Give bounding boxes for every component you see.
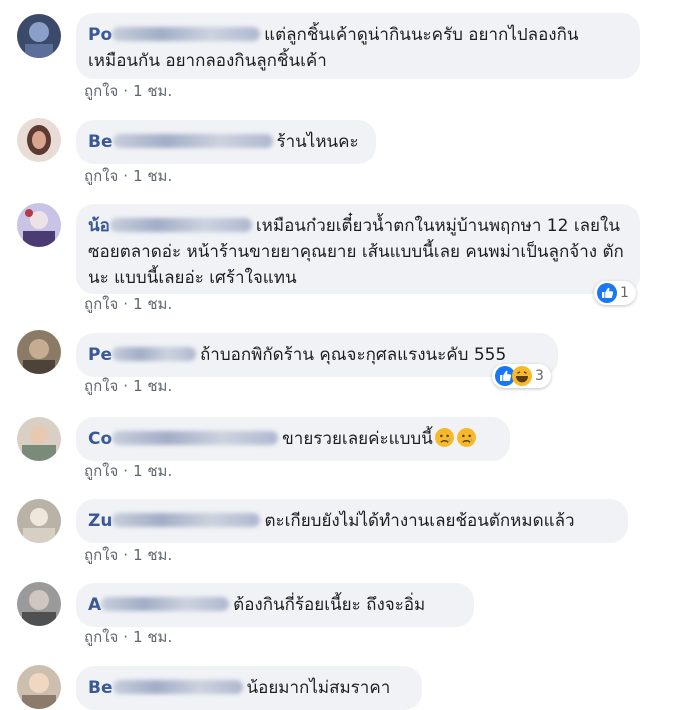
like-link[interactable]: ถูกใจ (84, 294, 118, 314)
reaction-summary[interactable]: 1 (594, 281, 636, 305)
comment-meta: ถูกใจ · 1 ชม. (84, 627, 172, 647)
blurred-name (112, 680, 243, 694)
like-link[interactable]: ถูกใจ (84, 627, 118, 647)
separator-dot: · (123, 377, 129, 395)
commenter-name-text[interactable]: Be (88, 678, 113, 698)
comment-meta: ถูกใจ · 1 ชม. (84, 461, 172, 481)
comment-text: น้อยมากไม่สมราคา (246, 678, 391, 698)
blurred-name (112, 347, 196, 361)
like-link[interactable]: ถูกใจ (84, 81, 118, 101)
commenter-name[interactable]: Po (88, 25, 264, 45)
avatar[interactable] (17, 665, 61, 709)
comment-bubble: Po แต่ลูกชิ้นเค้าดูน่ากินนะครับ อยากไปลอง… (76, 13, 640, 79)
avatar[interactable] (17, 499, 61, 543)
separator-dot: · (123, 295, 129, 313)
reaction-summary[interactable]: 3 (492, 364, 551, 388)
like-link[interactable]: ถูกใจ (84, 461, 118, 481)
separator-dot: · (123, 462, 129, 480)
blurred-name (112, 27, 261, 41)
timestamp[interactable]: 1 ชม. (133, 461, 172, 481)
commenter-name[interactable]: Co (88, 429, 282, 449)
comment-text: ร้านไหนคะ (276, 132, 359, 152)
reaction-count: 3 (535, 368, 544, 384)
comment-meta: ถูกใจ · 1 ชม. (84, 376, 172, 396)
comment-meta: ถูกใจ · 1 ชม. (84, 294, 172, 314)
comment-text: ขายรวยเลยค่ะแบบนี้ (282, 429, 433, 449)
timestamp[interactable]: 1 ชม. (133, 294, 172, 314)
avatar[interactable] (17, 417, 61, 461)
blurred-name (101, 597, 230, 611)
commenter-name[interactable]: Pe (88, 345, 200, 365)
comment-text: ต้องกินกี่ร้อยเนี้ยะ ถึงจะอิ่ม (233, 595, 426, 615)
like-link[interactable]: ถูกใจ (84, 545, 118, 565)
commenter-name-text[interactable]: Co (88, 429, 112, 449)
avatar[interactable] (17, 118, 61, 162)
reaction-count: 1 (620, 285, 629, 301)
separator-dot: · (123, 167, 129, 185)
commenter-name-text[interactable]: Pe (88, 345, 112, 365)
comment-meta: ถูกใจ · 1 ชม. (84, 166, 172, 186)
comment-bubble: A ต้องกินกี่ร้อยเนี้ยะ ถึงจะอิ่ม (76, 583, 474, 627)
separator-dot: · (123, 546, 129, 564)
timestamp[interactable]: 1 ชม. (133, 166, 172, 186)
sad-face-icon (456, 427, 477, 448)
comment-bubble: Be น้อยมากไม่สมราคา (76, 666, 422, 710)
timestamp[interactable]: 1 ชม. (133, 545, 172, 565)
comment-bubble: Pe ถ้าบอกพิกัดร้าน คุณจะกุศลแรงนะคับ 555 (76, 333, 558, 377)
blurred-name (109, 218, 252, 232)
timestamp[interactable]: 1 ชม. (133, 376, 172, 396)
comment-bubble: Be ร้านไหนคะ (76, 120, 376, 164)
commenter-name[interactable]: A (88, 595, 233, 615)
comment-bubble: Zu ตะเกียบยังไม่ได้ทำงานเลยช้อนตักหมดแล้ว (76, 499, 628, 543)
avatar[interactable] (17, 14, 61, 58)
blurred-name (112, 513, 261, 527)
comment-bubble: น้อ เหมือนก๋วยเตี๋ยวน้ำตกในหมู่บ้านพฤกษา … (76, 204, 640, 294)
separator-dot: · (123, 628, 129, 646)
timestamp[interactable]: 1 ชม. (133, 81, 172, 101)
like-link[interactable]: ถูกใจ (84, 166, 118, 186)
comment-meta: ถูกใจ · 1 ชม. (84, 545, 172, 565)
commenter-name-text[interactable]: Be (88, 132, 113, 152)
commenter-name[interactable]: Zu (88, 511, 264, 531)
commenter-name-text[interactable]: น้อ (88, 216, 110, 236)
blurred-name (112, 431, 279, 445)
comment-text: ถ้าบอกพิกัดร้าน คุณจะกุศลแรงนะคับ 555 (200, 345, 507, 365)
sad-face-icon (434, 427, 455, 448)
blurred-name (112, 134, 273, 148)
commenter-name-text[interactable]: A (88, 595, 101, 615)
comment-meta: ถูกใจ · 1 ชม. (84, 81, 172, 101)
separator-dot: · (123, 82, 129, 100)
like-icon (597, 283, 617, 303)
commenter-name[interactable]: Be (88, 132, 277, 152)
avatar[interactable] (17, 330, 61, 374)
haha-icon (512, 366, 532, 386)
timestamp[interactable]: 1 ชม. (133, 627, 172, 647)
comment-bubble: Co ขายรวยเลยค่ะแบบนี้ (76, 417, 510, 461)
like-link[interactable]: ถูกใจ (84, 376, 118, 396)
avatar[interactable] (17, 203, 61, 247)
commenter-name-text[interactable]: Po (88, 25, 112, 45)
commenter-name-text[interactable]: Zu (88, 511, 112, 531)
comment-text: ตะเกียบยังไม่ได้ทำงานเลยช้อนตักหมดแล้ว (264, 511, 575, 531)
commenter-name[interactable]: น้อ (88, 216, 256, 236)
commenter-name[interactable]: Be (88, 678, 247, 698)
avatar[interactable] (17, 582, 61, 626)
